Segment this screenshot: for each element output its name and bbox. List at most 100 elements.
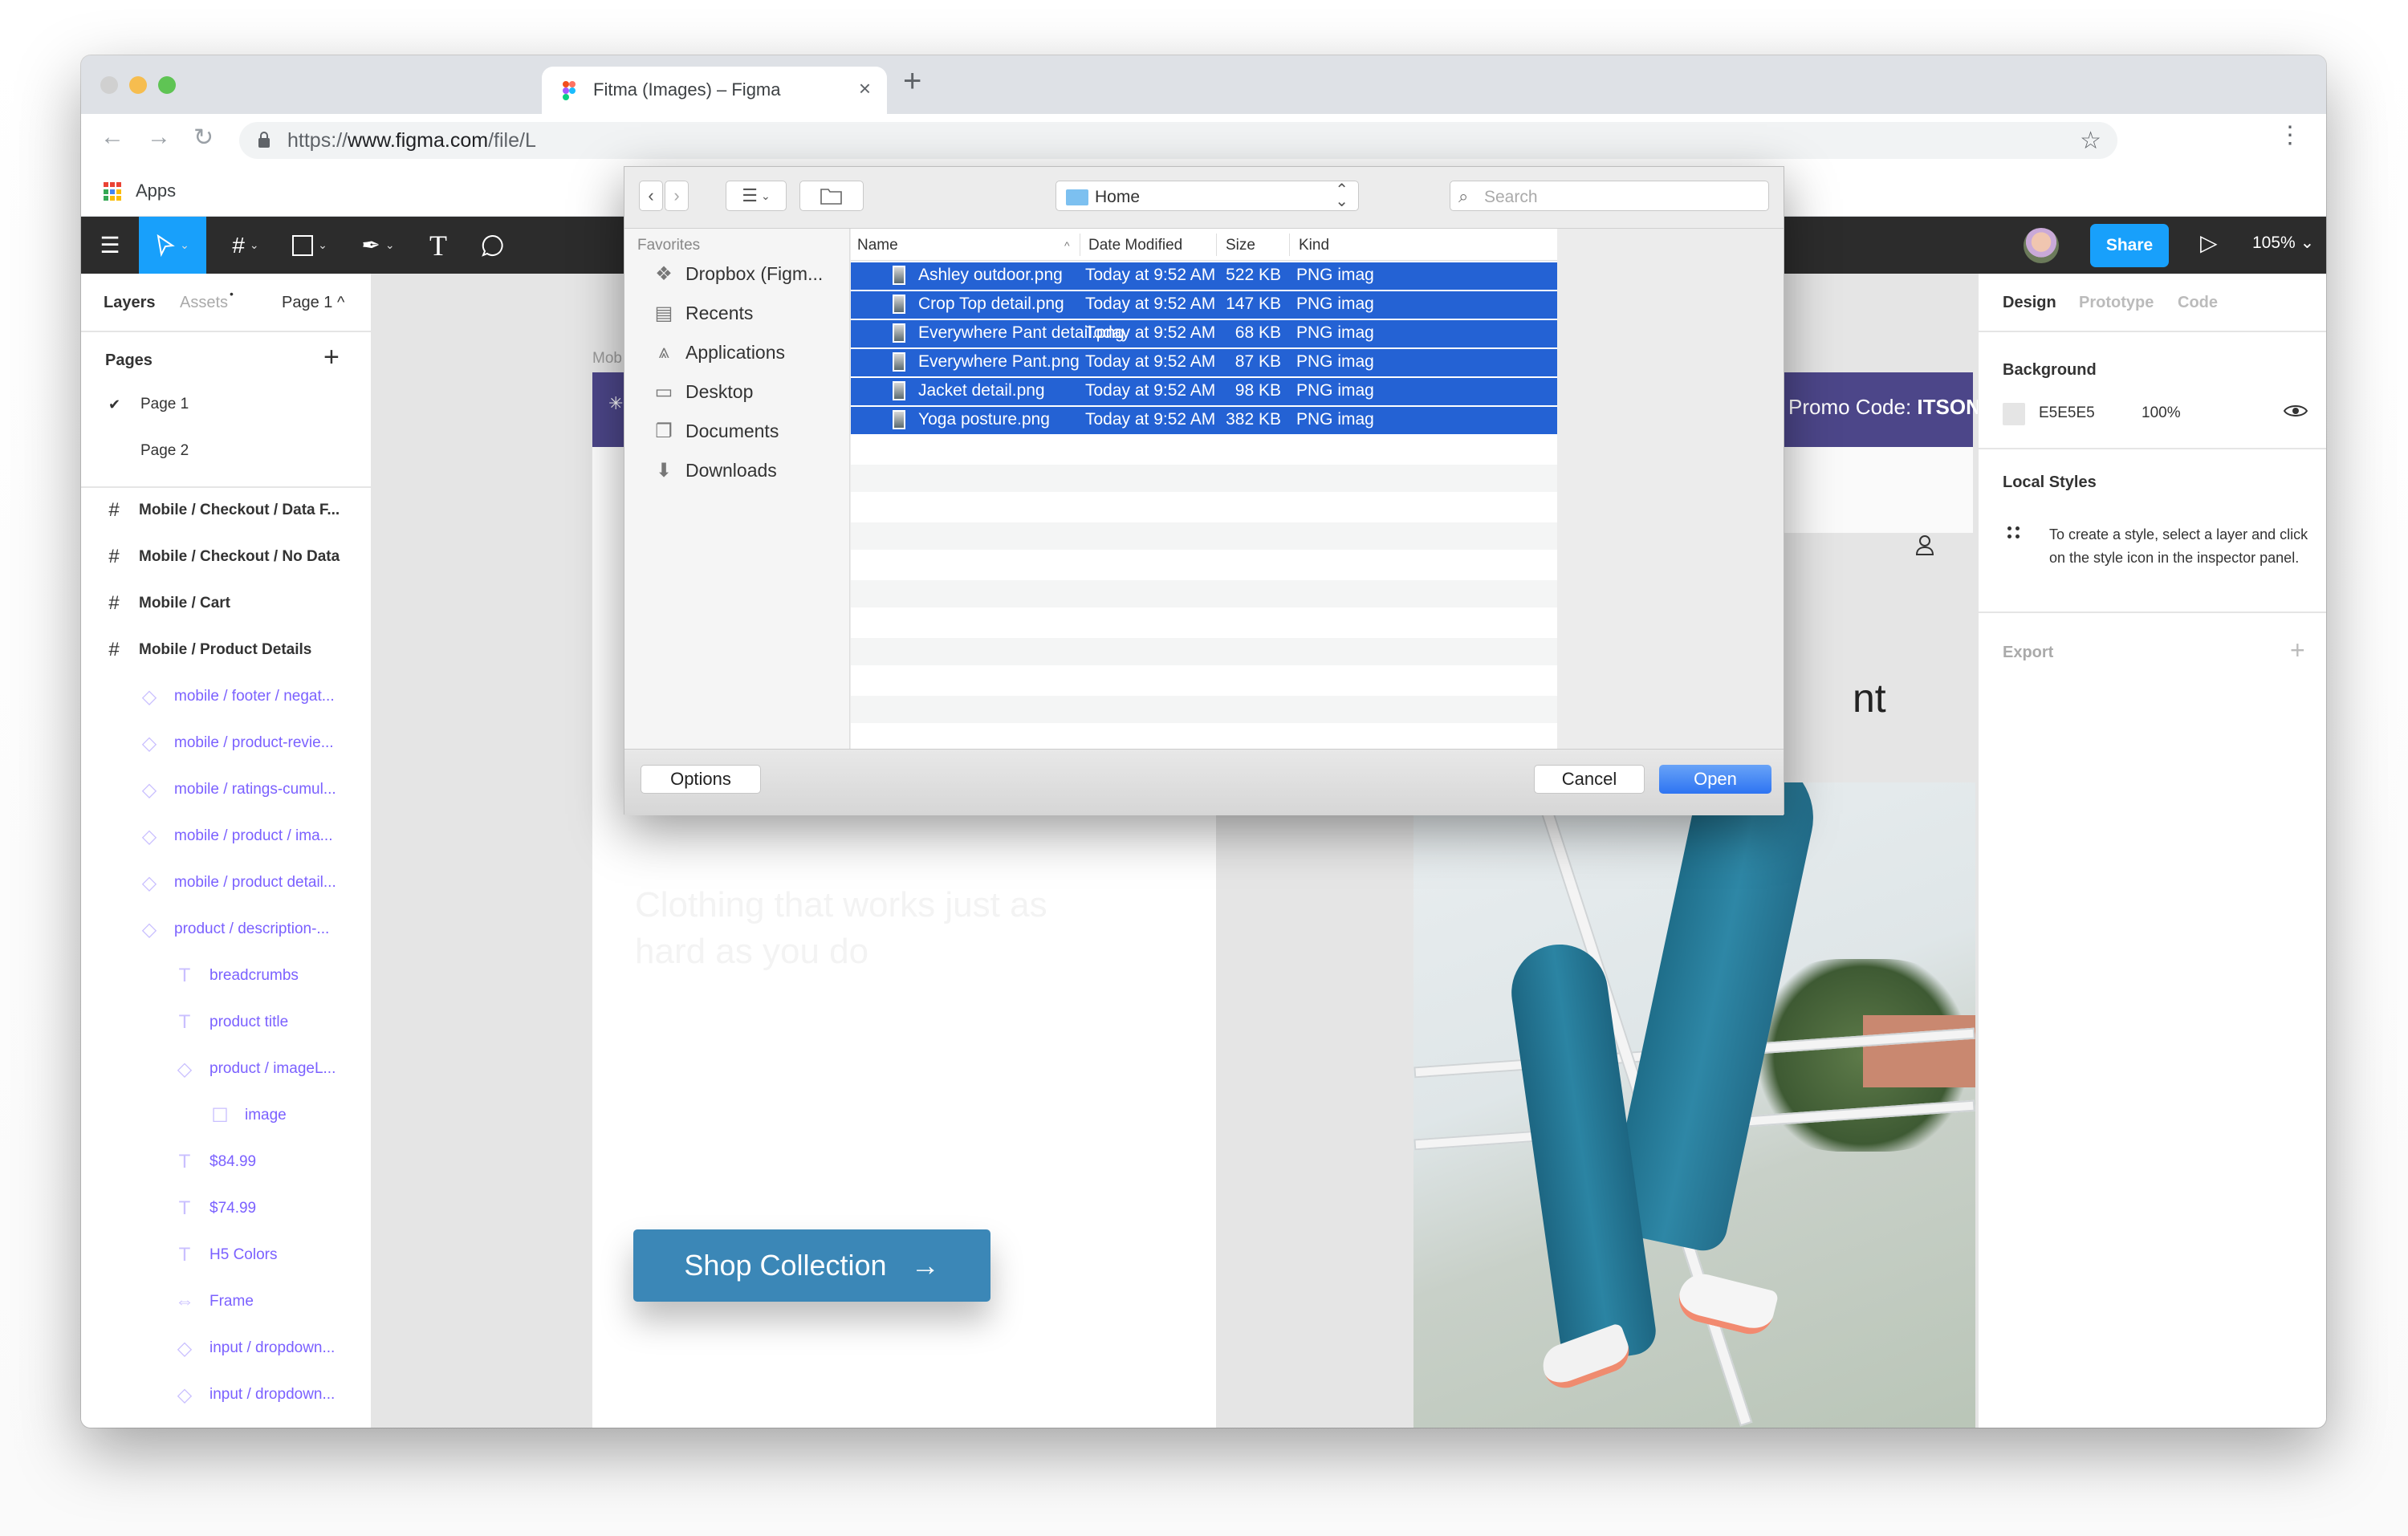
comment-tool-button[interactable] <box>470 217 515 274</box>
page-switcher[interactable]: Page 1 ^ <box>282 294 344 312</box>
tab-prototype[interactable]: Prototype <box>2079 294 2154 312</box>
shop-collection-button[interactable]: Shop Collection → <box>633 1229 990 1302</box>
apps-bookmark[interactable]: Apps <box>136 181 176 201</box>
layer-item[interactable]: ◇ product / imageL... <box>81 1046 371 1093</box>
layer-item[interactable]: ◇ mobile / product-revie... <box>81 721 371 767</box>
location-popup[interactable]: Home ⌃ ⌄ <box>1056 181 1359 211</box>
page-item[interactable]: ✔ Page 1 <box>81 382 371 429</box>
layer-item[interactable]: ◇ mobile / product / ima... <box>81 814 371 860</box>
file-kind: PNG imag <box>1296 352 1374 371</box>
layer-item[interactable]: ☐ image <box>81 1093 371 1140</box>
new-tab-button[interactable]: + <box>903 63 921 100</box>
new-folder-icon <box>820 189 842 205</box>
visibility-eye-icon[interactable] <box>2284 403 2308 419</box>
file-row[interactable]: Everywhere Pant detail.png Today at 9:52 … <box>851 320 1557 347</box>
present-play-icon[interactable]: ▷ <box>2200 230 2218 256</box>
address-row: ← → ↻ https://www.figma.com/file/L ☆ ⋮ <box>81 114 2326 166</box>
layer-item[interactable]: # Mobile / Product Details <box>81 628 371 674</box>
layer-item[interactable]: T $84.99 <box>81 1140 371 1186</box>
layer-item[interactable]: Tbreadcrumbs <box>81 953 371 1000</box>
layer-item[interactable]: Tproduct title <box>81 1000 371 1046</box>
new-folder-button[interactable] <box>799 181 864 211</box>
page-item[interactable]: Page 2 <box>81 429 371 475</box>
forward-icon[interactable]: → <box>147 124 171 151</box>
column-kind[interactable]: Kind <box>1299 237 1329 254</box>
file-row[interactable]: Yoga posture.png Today at 9:52 AM 382 KB PN… <box>851 407 1557 434</box>
file-row[interactable]: Everywhere Pant.png Today at 9:52 AM 87 KB… <box>851 349 1557 376</box>
back-button[interactable]: ‹ <box>639 181 663 211</box>
cancel-button[interactable]: Cancel <box>1534 765 1645 794</box>
hero-photo[interactable] <box>1413 782 1975 1428</box>
shape-tool-button[interactable]: ⌄ <box>282 217 338 274</box>
column-size[interactable]: Size <box>1226 237 1255 254</box>
column-name[interactable]: Name <box>857 237 898 254</box>
file-kind: PNG imag <box>1296 323 1374 342</box>
user-avatar[interactable] <box>2024 228 2059 263</box>
frame-tool-button[interactable]: # ⌄ <box>218 217 274 274</box>
close-tab-icon[interactable]: × <box>859 76 871 101</box>
text-tool-button[interactable]: T <box>418 217 458 274</box>
zoom-dropdown[interactable]: 105% ⌄ <box>2252 233 2314 253</box>
favorite-label: Documents <box>685 420 779 441</box>
add-page-icon[interactable]: + <box>323 342 340 373</box>
minimize-window-button[interactable] <box>129 76 147 94</box>
location-label: Home <box>1095 188 1141 206</box>
layer-item[interactable]: ◇ product / description-... <box>81 907 371 953</box>
browser-tab[interactable]: Fitma (Images) – Figma × <box>542 67 887 114</box>
layer-item[interactable]: ⇔ Frame <box>81 1279 371 1326</box>
file-name: Yoga posture.png <box>918 410 1050 429</box>
close-window-button[interactable] <box>100 76 118 94</box>
open-button[interactable]: Open <box>1659 765 1771 794</box>
frame-label[interactable]: Mob <box>592 350 622 368</box>
sidebar-item-dropbox-figm[interactable]: ❖ Dropbox (Figm... <box>650 258 823 290</box>
back-icon[interactable]: ← <box>100 124 124 151</box>
maximize-window-button[interactable] <box>158 76 176 94</box>
empty-row <box>851 436 1557 463</box>
share-button[interactable]: Share <box>2090 224 2169 267</box>
options-button[interactable]: Options <box>641 765 761 794</box>
reload-icon[interactable]: ↻ <box>193 124 214 152</box>
layer-item[interactable]: T $74.99 <box>81 1186 371 1233</box>
layers-panel: Layers Assets • Page 1 ^ Pages + ✔ Page 1… <box>81 274 372 1428</box>
layer-label: mobile / footer / negat... <box>174 688 335 705</box>
layer-item[interactable]: T H5 Colors <box>81 1233 371 1279</box>
sidebar-item-downloads[interactable]: ⬇ Downloads <box>650 454 777 486</box>
background-opacity-input[interactable]: 100% <box>2142 404 2181 422</box>
layer-item[interactable]: # Mobile / Checkout / No Data <box>81 534 371 581</box>
tab-code[interactable]: Code <box>2178 294 2218 312</box>
layer-item[interactable]: ◇ mobile / footer / negat... <box>81 674 371 721</box>
search-field[interactable]: ⌕ Search <box>1450 181 1769 211</box>
tab-assets[interactable]: Assets <box>180 294 228 312</box>
layer-item[interactable]: ◇ input / dropdown... <box>81 1326 371 1372</box>
pen-tool-button[interactable]: ✒ ⌄ <box>350 217 406 274</box>
file-row[interactable]: Crop Top detail.png Today at 9:52 AM 147 K… <box>851 291 1557 319</box>
layer-label: mobile / product / ima... <box>174 827 333 844</box>
layer-item[interactable]: ◇ mobile / product detail... <box>81 860 371 907</box>
layer-item[interactable]: ◇ input / dropdown... <box>81 1372 371 1419</box>
main-menu-icon[interactable]: ☰ <box>81 217 139 274</box>
browser-menu-icon[interactable]: ⋮ <box>2278 124 2302 148</box>
bookmark-star-icon[interactable]: ☆ <box>2080 127 2101 155</box>
sidebar-item-documents[interactable]: ❐ Documents <box>650 415 779 447</box>
sidebar-item-recents[interactable]: ▤ Recents <box>650 297 754 329</box>
user-account-icon[interactable] <box>1916 534 1934 555</box>
column-date-modified[interactable]: Date Modified <box>1088 237 1182 254</box>
forward-button[interactable]: › <box>665 181 689 211</box>
layer-item[interactable]: # Mobile / Checkout / Data F... <box>81 488 371 534</box>
view-options-button[interactable]: ☰ ⌄ <box>726 181 787 211</box>
layer-item[interactable]: # Mobile / Cart <box>81 581 371 628</box>
sidebar-item-desktop[interactable]: ▭ Desktop <box>650 376 754 408</box>
tab-layers[interactable]: Layers <box>104 294 156 312</box>
add-export-icon[interactable]: + <box>2290 636 2305 665</box>
layer-item[interactable]: ◇ mobile / ratings-cumul... <box>81 767 371 814</box>
file-row[interactable]: Jacket detail.png Today at 9:52 AM 98 KB PN… <box>851 378 1557 405</box>
tab-design[interactable]: Design <box>2003 294 2056 312</box>
background-hex-input[interactable]: E5E5E5 <box>2039 404 2095 422</box>
favorites-header: Favorites <box>637 237 701 254</box>
background-color-swatch[interactable] <box>2003 403 2025 425</box>
file-row[interactable]: Ashley outdoor.png Today at 9:52 AM 522 KB… <box>851 262 1557 290</box>
promo-label: Promo Code: <box>1788 395 1918 419</box>
sidebar-item-applications[interactable]: ⩓ Applications <box>650 336 785 368</box>
url-bar[interactable]: https://www.figma.com/file/L ☆ <box>239 122 2117 159</box>
move-tool-button[interactable]: ⌄ <box>139 217 206 274</box>
